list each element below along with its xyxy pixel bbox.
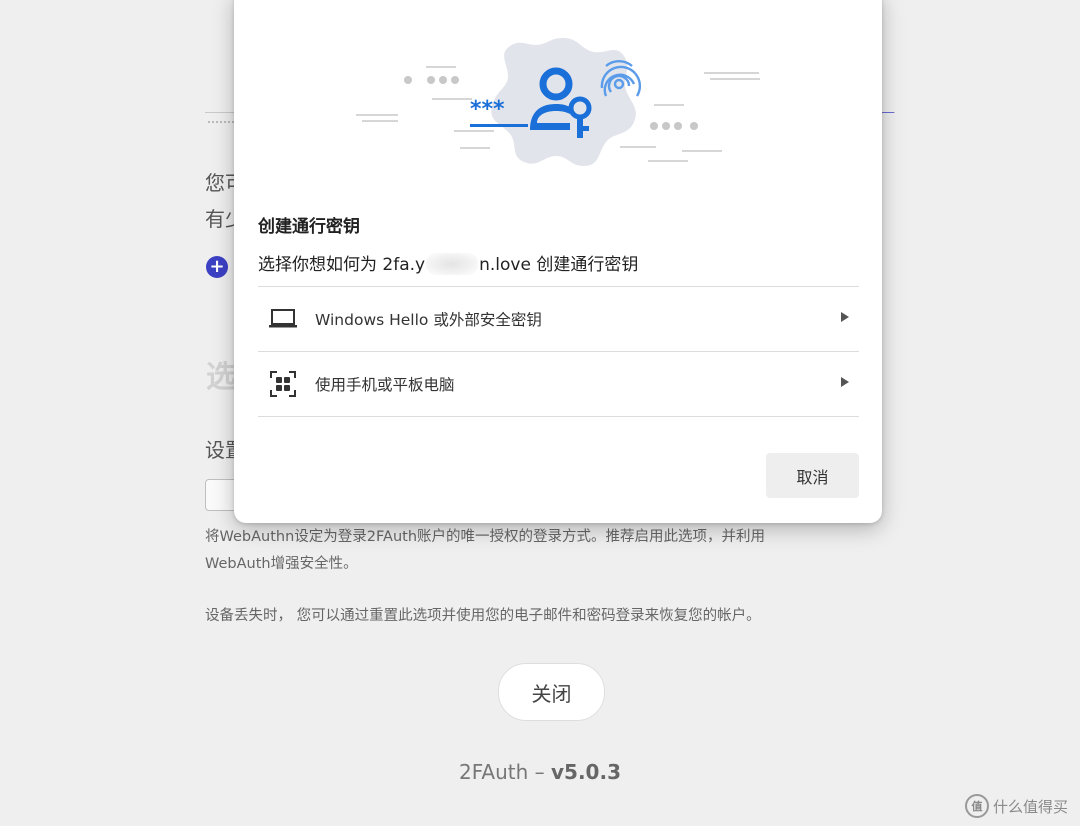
chevron-right-icon bbox=[841, 377, 849, 387]
redacted-domain bbox=[426, 253, 479, 275]
passkey-illustration-icon: *** bbox=[356, 38, 760, 166]
footer: 2FAuth – v5.0.3 bbox=[0, 760, 1080, 784]
watermark: 值 什么值得买 bbox=[964, 794, 1068, 818]
qr-phone-icon bbox=[268, 369, 298, 399]
option-label: 使用手机或平板电脑 bbox=[315, 376, 455, 394]
footer-version: v5.0.3 bbox=[551, 760, 621, 784]
help-text-2: WebAuth增强安全性。 bbox=[205, 556, 358, 572]
webauthn-only-checkbox[interactable] bbox=[205, 479, 237, 511]
add-icon[interactable]: + bbox=[206, 256, 228, 278]
help-text-1: 将WebAuthn设定为登录2FAuth账户的唯一授权的登录方式。推荐启用此选项… bbox=[205, 529, 766, 545]
section-heading: 选 bbox=[206, 360, 236, 395]
dialog-subtitle: 选择你想如何为 2fa.y n.love 创建通行密钥 bbox=[258, 250, 638, 275]
cancel-button[interactable]: 取消 bbox=[766, 453, 859, 498]
chevron-right-icon bbox=[841, 312, 849, 322]
help-text-3: 设备丢失时， 您可以通过重置此选项并使用您的电子邮件和密码登录来恢复您的帐户。 bbox=[205, 608, 761, 624]
laptop-icon bbox=[268, 304, 298, 334]
option-windows-hello[interactable]: Windows Hello 或外部安全密钥 bbox=[258, 286, 859, 351]
subtitle-suffix: n.love 创建通行密钥 bbox=[479, 255, 639, 275]
option-label: Windows Hello 或外部安全密钥 bbox=[315, 311, 542, 329]
watermark-text: 什么值得买 bbox=[992, 797, 1068, 816]
subtitle-prefix: 选择你想如何为 2fa.y bbox=[258, 255, 426, 275]
dialog-title: 创建通行密钥 bbox=[258, 217, 360, 237]
watermark-badge: 值 bbox=[964, 794, 989, 818]
passkey-dialog: *** 创建通行密钥 选择你想如何为 2fa.y n.love 创建通行密钥 W… bbox=[234, 0, 882, 523]
passkey-options: Windows Hello 或外部安全密钥 使用手机或平板电脑 bbox=[258, 286, 859, 417]
footer-app-name: 2FAuth – bbox=[459, 760, 551, 784]
svg-text:***: *** bbox=[470, 97, 505, 122]
close-button[interactable]: 关闭 bbox=[498, 663, 605, 721]
option-phone-tablet[interactable]: 使用手机或平板电脑 bbox=[258, 351, 859, 417]
